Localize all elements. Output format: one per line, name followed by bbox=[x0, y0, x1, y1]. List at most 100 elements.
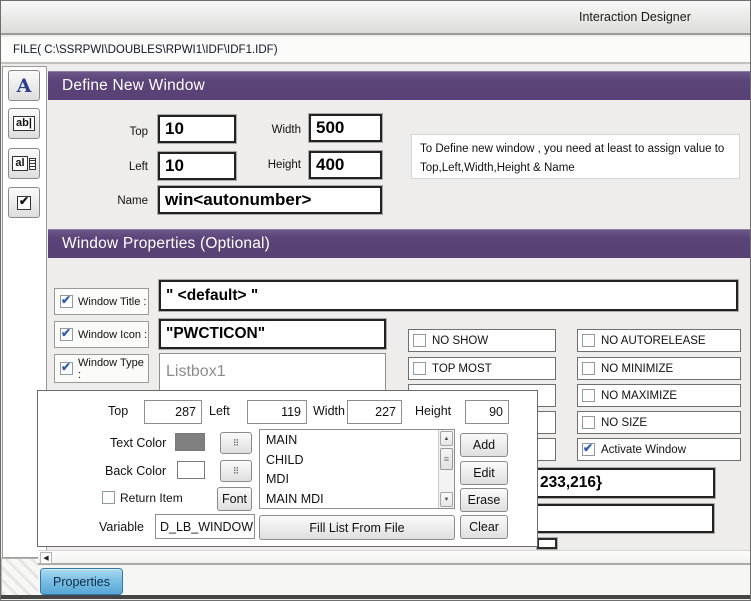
list-item[interactable]: MDI bbox=[260, 470, 437, 490]
popup-width-input[interactable]: 227 bbox=[347, 400, 402, 424]
flag-top-most[interactable]: TOP MOST bbox=[408, 357, 556, 380]
properties-section-title: Window Properties (Optional) bbox=[62, 235, 271, 252]
window-icon-checkbox-row[interactable]: ✔ Window Icon : bbox=[54, 321, 149, 348]
window-bottom-edge bbox=[1, 595, 750, 599]
top-input[interactable]: 10 bbox=[158, 115, 236, 143]
no-autorelease-label: NO AUTORELEASE bbox=[601, 334, 706, 347]
scroll-down-icon[interactable]: ▼ bbox=[440, 492, 453, 507]
popup-top-label: Top bbox=[108, 404, 129, 418]
window-title-checkbox-row[interactable]: ✔ Window Title : bbox=[54, 288, 149, 315]
scroll-left-icon[interactable]: ◀ bbox=[40, 552, 52, 564]
listbox-scrollbar[interactable]: ▲ ≡ ▼ bbox=[438, 430, 454, 508]
flag-no-maximize[interactable]: NO MAXIMIZE bbox=[577, 384, 741, 407]
window-type-input[interactable]: Listbox1 bbox=[159, 353, 386, 391]
list-item[interactable]: MAIN bbox=[260, 431, 437, 451]
window-type-listbox[interactable]: MAIN CHILD MDI MAIN MDI MDICHILD ▲ ≡ ▼ bbox=[259, 429, 455, 509]
text-color-label: Text Color bbox=[110, 436, 167, 450]
window-title-label: Window Title : bbox=[78, 295, 147, 308]
flag-no-size[interactable]: NO SIZE bbox=[577, 411, 741, 434]
resize-corner-hatch bbox=[1, 558, 39, 596]
horizontal-scrollbar[interactable]: ◀ bbox=[38, 550, 750, 565]
flag-activate-window[interactable]: ✔ Activate Window bbox=[577, 438, 741, 461]
popup-height-label: Height bbox=[415, 404, 452, 418]
window-icon-label: Window Icon : bbox=[78, 328, 148, 341]
left-label: Left bbox=[128, 161, 148, 173]
popup-top-input[interactable]: 287 bbox=[144, 400, 202, 424]
window-icon-checkbox[interactable]: ✔ bbox=[60, 326, 73, 341]
label-tool-button[interactable]: A bbox=[8, 70, 40, 101]
textbox-tool-button[interactable]: ab| bbox=[8, 108, 40, 139]
name-input[interactable]: win<autonumber> bbox=[158, 186, 382, 214]
list-item[interactable]: CHILD bbox=[260, 451, 437, 471]
height-label: Height bbox=[267, 159, 301, 171]
back-color-picker-button[interactable]: ⠿ bbox=[220, 460, 252, 482]
listbox-properties-popup: Top 287 Left 119 Width 227 Height 90 Tex… bbox=[37, 390, 538, 547]
properties-tab[interactable]: Properties bbox=[40, 568, 123, 595]
return-item-label: Return Item bbox=[120, 491, 183, 505]
top-most-label: TOP MOST bbox=[432, 362, 492, 375]
flag-no-autorelease[interactable]: NO AUTORELEASE bbox=[577, 329, 741, 352]
window-title-input[interactable]: " <default> " bbox=[159, 280, 738, 311]
properties-section-header: Window Properties (Optional) bbox=[48, 229, 750, 258]
activate-window-checkbox[interactable]: ✔ bbox=[582, 441, 595, 456]
file-path-text: FILE( C:\SSRPWI\DOUBLES\RPWI1\IDF\IDF1.I… bbox=[13, 44, 278, 56]
window-type-checkbox-row[interactable]: ✔ Window Type : bbox=[54, 354, 149, 383]
info-line-1: To Define new window , you need at least… bbox=[420, 143, 725, 155]
no-maximize-checkbox[interactable] bbox=[582, 389, 595, 402]
textbox-tool-icon: ab| bbox=[13, 116, 35, 131]
activate-window-label: Activate Window bbox=[601, 443, 687, 456]
flag-no-minimize[interactable]: NO MINIMIZE bbox=[577, 357, 741, 380]
no-autorelease-checkbox[interactable] bbox=[582, 334, 595, 347]
no-size-label: NO SIZE bbox=[601, 416, 648, 429]
bottom-tab-bar bbox=[38, 565, 750, 595]
scrollbar-thumb[interactable]: ≡ bbox=[440, 448, 453, 470]
top-most-checkbox[interactable] bbox=[413, 362, 426, 375]
width-input[interactable]: 500 bbox=[309, 114, 382, 142]
edit-button[interactable]: Edit bbox=[460, 461, 508, 485]
top-label: Top bbox=[129, 126, 148, 138]
window-icon-input[interactable]: "PWCTICON" bbox=[159, 319, 386, 349]
thumb-grip-icon: ≡ bbox=[443, 454, 450, 464]
variable-input[interactable]: D_LB_WINDOW bbox=[155, 514, 255, 539]
text-color-picker-button[interactable]: ⠿ bbox=[220, 432, 252, 454]
listbox-tool-button[interactable]: al bbox=[8, 148, 40, 179]
popup-height-input[interactable]: 90 bbox=[465, 400, 509, 424]
window-title-checkbox[interactable]: ✔ bbox=[60, 293, 73, 308]
window-type-checkbox[interactable]: ✔ bbox=[60, 360, 73, 375]
listbox-tool-icon: al bbox=[12, 156, 28, 171]
info-box: To Define new window , you need at least… bbox=[411, 134, 740, 179]
font-button[interactable]: Font bbox=[217, 487, 252, 511]
name-label: Name bbox=[117, 195, 148, 207]
no-minimize-checkbox[interactable] bbox=[582, 362, 595, 375]
info-line-2: Top,Left,Width,Height & Name bbox=[420, 162, 575, 174]
width-label: Width bbox=[271, 124, 301, 136]
return-item-checkbox[interactable] bbox=[102, 491, 115, 504]
window-type-label: Window Type : bbox=[78, 356, 144, 381]
left-input[interactable]: 10 bbox=[158, 152, 236, 180]
clear-button[interactable]: Clear bbox=[460, 515, 508, 539]
no-size-checkbox[interactable] bbox=[582, 416, 595, 429]
back-color-label: Back Color bbox=[105, 464, 167, 478]
checkbox-tool-button[interactable]: ✔ bbox=[8, 187, 40, 218]
checkbox-tool-icon: ✔ bbox=[17, 193, 31, 210]
text-color-swatch[interactable] bbox=[175, 433, 205, 451]
define-section-title: Define New Window bbox=[62, 77, 205, 94]
back-color-swatch[interactable] bbox=[177, 461, 205, 479]
popup-left-input[interactable]: 119 bbox=[247, 400, 307, 424]
height-input[interactable]: 400 bbox=[309, 151, 382, 179]
flag-no-show[interactable]: NO SHOW bbox=[408, 329, 556, 352]
scroll-up-icon[interactable]: ▲ bbox=[440, 431, 453, 446]
dots-grid-icon: ⠿ bbox=[232, 465, 240, 476]
no-show-label: NO SHOW bbox=[432, 334, 489, 347]
popup-width-label: Width bbox=[313, 404, 345, 418]
list-item[interactable]: MAIN MDI bbox=[260, 490, 437, 509]
title-bar: Interaction Designer bbox=[1, 1, 750, 35]
clipped-box bbox=[537, 538, 557, 549]
add-button[interactable]: Add bbox=[460, 433, 508, 457]
app-title: Interaction Designer bbox=[579, 10, 691, 24]
popup-left-label: Left bbox=[209, 404, 230, 418]
erase-button[interactable]: Erase bbox=[460, 488, 508, 512]
no-maximize-label: NO MAXIMIZE bbox=[601, 389, 678, 402]
no-show-checkbox[interactable] bbox=[413, 334, 426, 347]
fill-list-from-file-button[interactable]: Fill List From File bbox=[259, 515, 455, 540]
